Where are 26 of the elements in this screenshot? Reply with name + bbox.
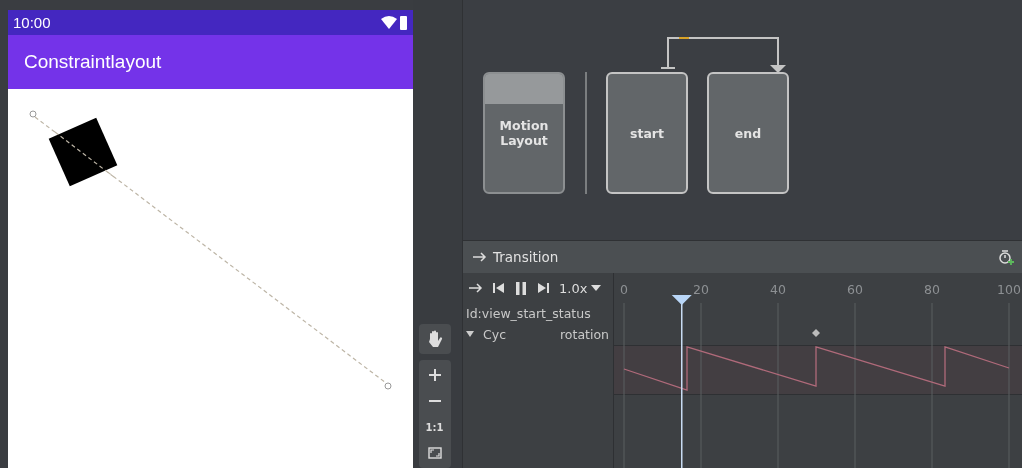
wifi-battery-icon: [381, 14, 407, 31]
arrow-right-icon: [473, 252, 487, 262]
ruler-label: 80: [924, 282, 940, 297]
arrow-right-icon[interactable]: [469, 283, 483, 293]
keyframe-diamond-icon[interactable]: [812, 329, 820, 337]
speed-dropdown[interactable]: 1.0x: [559, 280, 602, 296]
ruler-label: 0: [620, 282, 628, 297]
ruler-label: 20: [693, 282, 709, 297]
ruler-label: 60: [847, 282, 863, 297]
expand-triangle-icon[interactable]: [466, 330, 474, 338]
transition-title: Transition: [493, 249, 559, 265]
timer-add-icon[interactable]: [998, 249, 1014, 265]
caret-icon: [591, 285, 602, 291]
constraint-set-node[interactable]: end: [707, 72, 789, 194]
status-time: 10:00: [13, 14, 51, 31]
app-title: Constraintlayout: [24, 51, 162, 73]
target-id: Id:view_start_status: [466, 305, 591, 321]
ruler-label: 100: [997, 282, 1021, 297]
skip-back-icon[interactable]: [493, 282, 505, 294]
track-row[interactable]: Cyc rotation: [463, 323, 613, 345]
ruler-label: 40: [770, 282, 786, 297]
pause-icon[interactable]: [515, 281, 527, 295]
skip-forward-icon[interactable]: [537, 282, 549, 294]
motion-layout-node[interactable]: Motion Layout: [483, 72, 565, 194]
playhead[interactable]: [671, 295, 692, 468]
constraint-set-node[interactable]: start: [606, 72, 688, 194]
